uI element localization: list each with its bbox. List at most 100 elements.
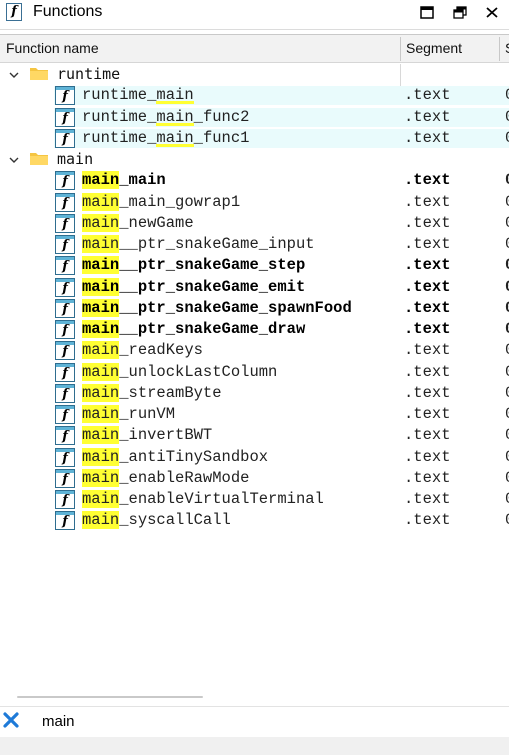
- chevron-down-icon[interactable]: [8, 153, 20, 165]
- column-header: Function name Segment S: [0, 34, 509, 63]
- filter-input[interactable]: [30, 709, 509, 733]
- function-icon: f: [55, 171, 75, 191]
- function-icon: f: [55, 128, 75, 148]
- group-name: main: [57, 150, 94, 168]
- function-row[interactable]: f main_enableRawMode .text 0: [0, 468, 509, 489]
- segment-cell: .text: [404, 405, 451, 423]
- filter-match: main: [82, 447, 120, 466]
- function-name: main_runVM: [82, 405, 176, 423]
- function-row[interactable]: f main_newGame .text 0: [0, 213, 509, 234]
- function-row[interactable]: f main_readKeys .text 0: [0, 340, 509, 361]
- function-icon: f: [55, 362, 75, 382]
- start-cell: 0: [505, 404, 509, 425]
- filter-match: main: [82, 320, 120, 338]
- column-function-name[interactable]: Function name: [6, 35, 99, 62]
- function-name: runtime_main_func2: [82, 107, 250, 126]
- segment-cell: .text: [404, 171, 451, 190]
- function-icon: f: [55, 86, 75, 106]
- function-icon: f: [55, 235, 75, 254]
- function-row[interactable]: f main_syscallCall .text 0: [0, 510, 509, 531]
- start-cell: 0: [505, 489, 509, 510]
- function-name: main__ptr_snakeGame_draw: [82, 320, 306, 338]
- horizontal-scrollbar[interactable]: [17, 696, 203, 698]
- start-cell: 0: [505, 425, 509, 446]
- start-cell: 0: [505, 340, 509, 361]
- bottom-strip: [0, 737, 509, 755]
- segment-cell: .text: [404, 341, 451, 360]
- function-row[interactable]: f runtime_main .text 0: [0, 85, 509, 106]
- close-icon[interactable]: [485, 6, 501, 20]
- function-row[interactable]: f main__ptr_snakeGame_emit .text 0: [0, 277, 509, 298]
- segment-cell: .text: [404, 447, 451, 466]
- function-name: main_invertBWT: [82, 426, 213, 445]
- filter-match: main: [156, 128, 194, 147]
- tree-group-row[interactable]: main: [0, 149, 509, 170]
- function-icon: f: [55, 426, 75, 446]
- function-row[interactable]: f main_unlockLastColumn .text 0: [0, 362, 509, 383]
- segment-cell: .text: [404, 320, 451, 338]
- function-row[interactable]: f main_runVM .text 0: [0, 404, 509, 425]
- column-segment[interactable]: Segment: [406, 35, 462, 62]
- function-name: main_newGame: [82, 213, 194, 232]
- filter-match: main: [82, 256, 120, 275]
- column-start[interactable]: S: [505, 35, 509, 62]
- function-name: main_readKeys: [82, 341, 203, 360]
- filter-match: main: [82, 490, 120, 508]
- start-cell: 0: [505, 213, 509, 234]
- function-icon: f: [55, 447, 75, 467]
- column-divider[interactable]: [499, 37, 500, 61]
- segment-cell: .text: [404, 213, 451, 232]
- function-row[interactable]: f main__ptr_snakeGame_step .text 0: [0, 255, 509, 276]
- function-row[interactable]: f main_enableVirtualTerminal .text 0: [0, 489, 509, 510]
- filter-match: main: [82, 511, 120, 530]
- clear-filter-icon[interactable]: [3, 712, 19, 728]
- segment-cell: .text: [404, 511, 451, 530]
- function-row[interactable]: f runtime_main_func2 .text 0: [0, 107, 509, 128]
- maximize-icon[interactable]: [420, 6, 436, 20]
- start-cell: 0: [505, 107, 509, 128]
- function-name: runtime_main_func1: [82, 128, 250, 147]
- group-name: runtime: [57, 65, 121, 83]
- column-divider[interactable]: [400, 37, 401, 61]
- segment-cell: .text: [404, 86, 451, 105]
- chevron-down-icon[interactable]: [8, 68, 20, 80]
- function-name: main_antiTinySandbox: [82, 447, 269, 466]
- function-icon: f: [55, 405, 75, 424]
- function-icon: f: [55, 192, 75, 212]
- start-cell: 0: [505, 510, 509, 531]
- function-icon: f: [55, 383, 75, 403]
- segment-cell: .text: [404, 362, 451, 381]
- start-cell: 0: [505, 468, 509, 489]
- function-row[interactable]: f main__ptr_snakeGame_spawnFood .text 0: [0, 298, 509, 319]
- function-tree[interactable]: runtime f runtime_main .text 0 f runtime_main_…: [0, 64, 509, 534]
- function-row[interactable]: f main_antiTinySandbox .text 0: [0, 447, 509, 468]
- start-cell: 0: [505, 85, 509, 106]
- function-row[interactable]: f main_streamByte .text 0: [0, 383, 509, 404]
- start-cell: 0: [505, 128, 509, 149]
- start-cell: 0: [505, 255, 509, 276]
- function-row[interactable]: f main__ptr_snakeGame_input .text 0: [0, 234, 509, 255]
- start-cell: 0: [505, 170, 509, 191]
- function-name: main__ptr_snakeGame_input: [82, 235, 315, 253]
- tree-group-row[interactable]: runtime: [0, 64, 509, 85]
- function-row[interactable]: f main_main .text 0: [0, 170, 509, 191]
- function-name: main_main_gowrap1: [82, 192, 241, 211]
- filter-match: main: [82, 383, 120, 402]
- start-cell: 0: [505, 298, 509, 319]
- function-icon: f: [55, 320, 75, 339]
- filter-match: main: [82, 213, 120, 232]
- restore-icon[interactable]: [453, 6, 469, 20]
- function-icon: f: [6, 3, 22, 21]
- function-name: main__ptr_snakeGame_step: [82, 256, 306, 275]
- segment-cell: .text: [404, 128, 451, 147]
- function-icon: f: [55, 256, 75, 276]
- function-icon: f: [55, 277, 75, 297]
- segment-cell: .text: [404, 192, 451, 211]
- function-row[interactable]: f main__ptr_snakeGame_draw .text 0: [0, 319, 509, 340]
- function-row[interactable]: f main_main_gowrap1 .text 0: [0, 192, 509, 213]
- function-name: main_syscallCall: [82, 511, 231, 530]
- start-cell: 0: [505, 383, 509, 404]
- function-row[interactable]: f runtime_main_func1 .text 0: [0, 128, 509, 149]
- filter-match: main: [156, 107, 194, 126]
- function-row[interactable]: f main_invertBWT .text 0: [0, 425, 509, 446]
